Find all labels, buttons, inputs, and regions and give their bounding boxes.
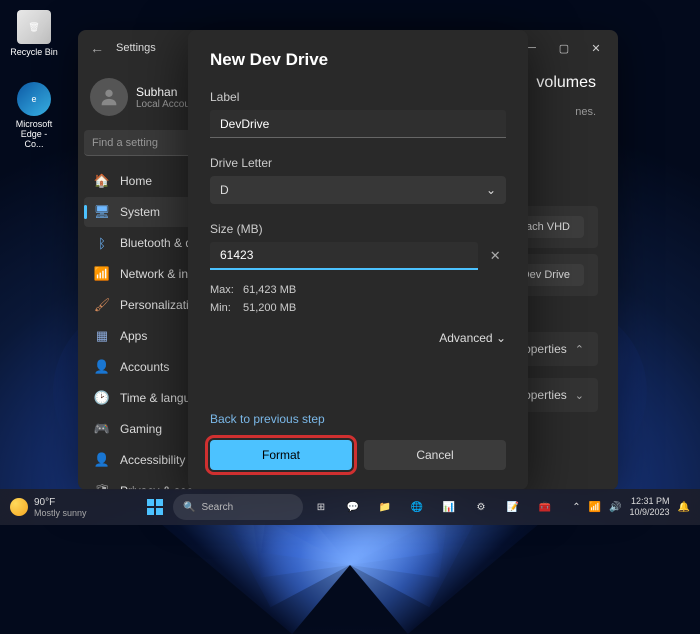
sun-icon bbox=[10, 498, 28, 516]
advanced-toggle[interactable]: Advanced ⌄ bbox=[210, 331, 506, 345]
taskbar-app[interactable]: 💬 bbox=[339, 493, 367, 521]
nav-icon: 🖌 bbox=[94, 297, 110, 313]
drive-letter-select[interactable]: D ⌄ bbox=[210, 176, 506, 204]
task-view-button[interactable]: ⊞ bbox=[307, 493, 335, 521]
desktop-icon-recycle-bin[interactable]: 🗑 Recycle Bin bbox=[10, 10, 58, 57]
nav-icon: 🏠 bbox=[94, 173, 110, 189]
desktop-icon-label: Recycle Bin bbox=[10, 47, 58, 57]
new-dev-drive-dialog: New Dev Drive Label Drive Letter D ⌄ Siz… bbox=[188, 30, 528, 490]
nav-label: Apps bbox=[120, 329, 147, 343]
format-button[interactable]: Format bbox=[210, 440, 352, 470]
start-button[interactable] bbox=[141, 493, 169, 521]
chevron-down-icon: ⌄ bbox=[575, 390, 584, 402]
tray-wifi-icon[interactable]: 📶 bbox=[589, 502, 601, 513]
nav-icon: 🕑 bbox=[94, 390, 110, 406]
nav-label: Gaming bbox=[120, 422, 162, 436]
tray-chevron-icon[interactable]: ⌃ bbox=[572, 502, 580, 513]
taskbar-app[interactable]: 📊 bbox=[435, 493, 463, 521]
taskbar-app[interactable]: 🌐 bbox=[403, 493, 431, 521]
clear-icon[interactable]: ✕ bbox=[484, 244, 506, 268]
taskbar-app[interactable]: ⚙ bbox=[467, 493, 495, 521]
cancel-button[interactable]: Cancel bbox=[364, 440, 506, 470]
taskbar-app[interactable]: 📁 bbox=[371, 493, 399, 521]
recycle-bin-icon: 🗑 bbox=[17, 10, 51, 44]
nav-label: Home bbox=[120, 174, 152, 188]
nav-icon: ᛒ bbox=[94, 235, 110, 251]
back-link[interactable]: Back to previous step bbox=[210, 412, 506, 426]
taskbar-search[interactable]: 🔍Search bbox=[173, 494, 303, 520]
window-title: Settings bbox=[116, 42, 156, 54]
maximize-button[interactable]: ▢ bbox=[548, 34, 580, 62]
edge-icon: e bbox=[17, 82, 51, 116]
notifications-icon[interactable]: 🔔 bbox=[678, 502, 690, 513]
close-button[interactable]: ✕ bbox=[580, 34, 612, 62]
chevron-down-icon: ⌄ bbox=[486, 183, 496, 197]
back-button[interactable]: ← bbox=[84, 35, 110, 61]
label-input[interactable] bbox=[210, 110, 506, 138]
weather-widget[interactable]: 90°F Mostly sunny bbox=[10, 497, 87, 518]
nav-label: System bbox=[120, 205, 160, 219]
size-label: Size (MB) bbox=[210, 222, 506, 236]
size-max: Max: 61,423 MB bbox=[210, 282, 506, 300]
nav-icon: ▦ bbox=[94, 328, 110, 344]
page-heading-partial: volumes bbox=[536, 74, 596, 92]
search-icon: 🔍 bbox=[183, 502, 195, 513]
taskbar-app[interactable]: 📝 bbox=[499, 493, 527, 521]
label-field-label: Label bbox=[210, 90, 506, 104]
clock[interactable]: 12:31 PM 10/9/2023 bbox=[630, 496, 670, 518]
nav-icon: 🎮 bbox=[94, 421, 110, 437]
desktop-icon-label: Microsoft Edge - Co... bbox=[10, 119, 58, 149]
taskbar-app[interactable]: 🧰 bbox=[531, 493, 559, 521]
nav-icon: 👤 bbox=[94, 359, 110, 375]
drive-letter-label: Drive Letter bbox=[210, 156, 506, 170]
nav-icon: 🖥 bbox=[94, 204, 110, 220]
desktop-icon-edge[interactable]: e Microsoft Edge - Co... bbox=[10, 82, 58, 149]
avatar bbox=[90, 78, 128, 116]
nav-label: Accessibility bbox=[120, 453, 185, 467]
taskbar: 90°F Mostly sunny 🔍Search ⊞ 💬 📁 🌐 📊 ⚙ 📝 … bbox=[0, 489, 700, 525]
nav-icon: 👤 bbox=[94, 452, 110, 468]
dialog-title: New Dev Drive bbox=[210, 50, 506, 70]
tray-volume-icon[interactable]: 🔊 bbox=[609, 502, 621, 513]
nav-label: Accounts bbox=[120, 360, 169, 374]
nav-icon: 📶 bbox=[94, 266, 110, 282]
size-min: Min: 51,200 MB bbox=[210, 300, 506, 318]
chevron-down-icon: ⌄ bbox=[496, 331, 506, 345]
size-input[interactable] bbox=[210, 242, 478, 270]
chevron-up-icon: ⌃ bbox=[575, 344, 584, 356]
